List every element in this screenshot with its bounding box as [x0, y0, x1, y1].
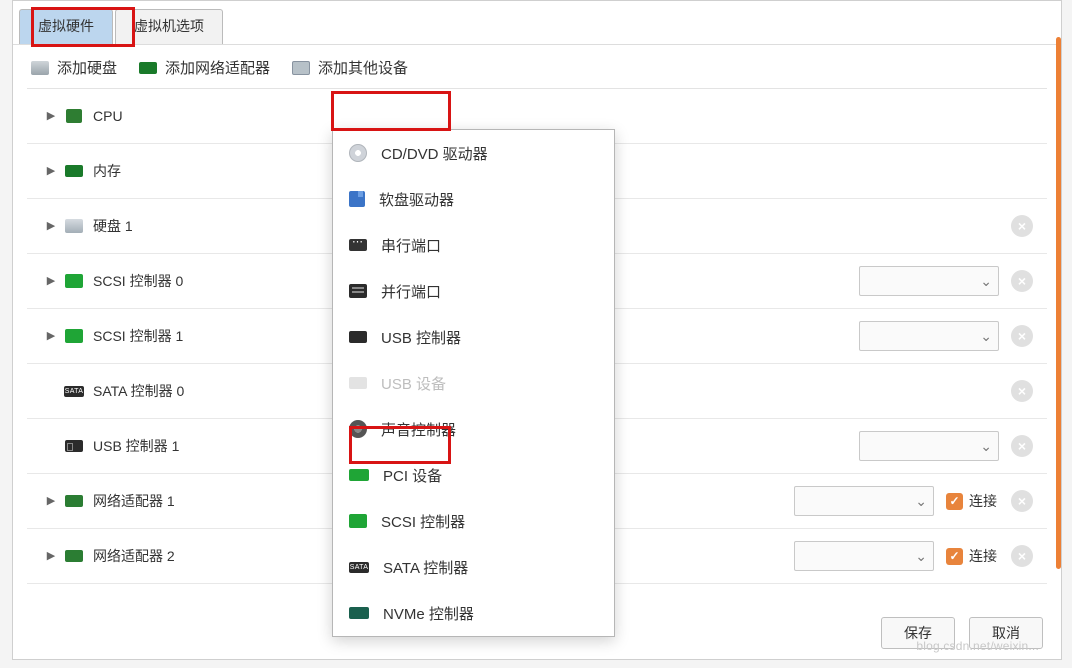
- device-label: USB 控制器 1: [93, 436, 179, 456]
- expander-icon[interactable]: ▶: [45, 549, 57, 562]
- menu-item-label: 串行端口: [381, 235, 441, 256]
- device-label: 硬盘 1: [93, 216, 133, 236]
- usbdev-icon: [349, 377, 367, 389]
- tab-virtual-hardware[interactable]: 虚拟硬件: [19, 9, 113, 44]
- menu-item-label: SCSI 控制器: [381, 511, 465, 532]
- add-other-device-menu[interactable]: CD/DVD 驱动器软盘驱动器串行端口并行端口 USB 控制器 USB 设备声音控制…: [332, 129, 615, 637]
- device-label: CPU: [93, 108, 123, 124]
- add-nic-label: 添加网络适配器: [165, 57, 270, 78]
- parallel-icon: [349, 284, 367, 298]
- remove-button[interactable]: ×: [1011, 490, 1033, 512]
- vm-settings-dialog: 虚拟硬件 虚拟机选项 添加硬盘 添加网络适配器 添加其他设备 ▶ CPU ▶ 内存 ▶ 硬…: [12, 0, 1062, 660]
- remove-button[interactable]: ×: [1011, 435, 1033, 457]
- expander-icon[interactable]: ▶: [45, 164, 57, 177]
- hdd-icon: [63, 218, 85, 234]
- menu-item-floppy[interactable]: 软盘驱动器: [333, 176, 614, 222]
- menu-item-label: 声音控制器: [381, 419, 456, 440]
- sata-icon: SATA: [63, 383, 85, 399]
- device-label: 内存: [93, 161, 121, 181]
- disk-icon: [31, 61, 49, 75]
- remove-button[interactable]: ×: [1011, 545, 1033, 567]
- expander-icon[interactable]: ▶: [45, 274, 57, 287]
- check-icon: ✓: [946, 493, 963, 510]
- scsi-icon: [349, 514, 367, 528]
- checkbox-label: 连接: [969, 491, 997, 511]
- cpu-icon: [63, 108, 85, 124]
- add-device-icon: [292, 61, 310, 75]
- device-select[interactable]: [859, 266, 999, 296]
- expander-icon[interactable]: ▶: [45, 494, 57, 507]
- menu-item-label: 软盘驱动器: [379, 189, 454, 210]
- menu-item-pci[interactable]: PCI 设备: [333, 452, 614, 498]
- menu-item-usbdev: USB 设备: [333, 360, 614, 406]
- device-label: 网络适配器 2: [93, 546, 175, 566]
- add-other-device-button[interactable]: 添加其他设备: [292, 57, 408, 78]
- watermark-text: blog.csdn.net/weixin...: [916, 639, 1039, 653]
- menu-item-cd[interactable]: CD/DVD 驱动器: [333, 130, 614, 176]
- usbctl-icon: [349, 331, 367, 343]
- remove-button[interactable]: ×: [1011, 380, 1033, 402]
- device-label: 网络适配器 1: [93, 491, 175, 511]
- add-disk-label: 添加硬盘: [57, 57, 117, 78]
- connect-checkbox[interactable]: ✓ 连接: [946, 546, 997, 566]
- check-icon: ✓: [946, 548, 963, 565]
- menu-item-label: NVMe 控制器: [383, 603, 474, 624]
- menu-item-usbctl[interactable]: USB 控制器: [333, 314, 614, 360]
- menu-item-nvme[interactable]: NVMe 控制器: [333, 590, 614, 636]
- usb-icon: [63, 438, 85, 454]
- nic-icon: [63, 548, 85, 564]
- device-label: SATA 控制器 0: [93, 381, 184, 401]
- toolbar: 添加硬盘 添加网络适配器 添加其他设备: [13, 45, 1061, 88]
- tab-vm-options[interactable]: 虚拟机选项: [115, 9, 223, 44]
- device-select[interactable]: [859, 431, 999, 461]
- scrollbar[interactable]: [1056, 37, 1061, 569]
- menu-item-sata[interactable]: SATA SATA 控制器: [333, 544, 614, 590]
- cd-icon: [349, 144, 367, 162]
- add-nic-button[interactable]: 添加网络适配器: [139, 57, 270, 78]
- pci-icon: [349, 469, 369, 481]
- expander-icon[interactable]: ▶: [45, 109, 57, 122]
- menu-item-label: SATA 控制器: [383, 557, 468, 578]
- add-other-label: 添加其他设备: [318, 57, 408, 78]
- menu-item-label: CD/DVD 驱动器: [381, 143, 488, 164]
- expander-icon[interactable]: ▶: [45, 329, 57, 342]
- menu-item-parallel[interactable]: 并行端口: [333, 268, 614, 314]
- device-label: SCSI 控制器 0: [93, 271, 183, 291]
- scsi-icon: [63, 328, 85, 344]
- device-select[interactable]: [859, 321, 999, 351]
- mem-icon: [63, 163, 85, 179]
- remove-button[interactable]: ×: [1011, 215, 1033, 237]
- remove-button[interactable]: ×: [1011, 270, 1033, 292]
- menu-item-sound[interactable]: 声音控制器: [333, 406, 614, 452]
- connect-checkbox[interactable]: ✓ 连接: [946, 491, 997, 511]
- nvme-icon: [349, 607, 369, 619]
- device-select[interactable]: [794, 541, 934, 571]
- nic-icon: [63, 493, 85, 509]
- sound-icon: [349, 420, 367, 438]
- menu-item-label: USB 设备: [381, 373, 446, 394]
- menu-item-serial[interactable]: 串行端口: [333, 222, 614, 268]
- menu-item-label: USB 控制器: [381, 327, 461, 348]
- add-disk-button[interactable]: 添加硬盘: [31, 57, 117, 78]
- device-select[interactable]: [794, 486, 934, 516]
- sata-icon: SATA: [349, 562, 369, 573]
- checkbox-label: 连接: [969, 546, 997, 566]
- expander-icon[interactable]: ▶: [45, 219, 57, 232]
- menu-item-label: 并行端口: [381, 281, 441, 302]
- serial-icon: [349, 239, 367, 251]
- remove-button[interactable]: ×: [1011, 325, 1033, 347]
- network-icon: [139, 62, 157, 74]
- menu-item-scsi[interactable]: SCSI 控制器: [333, 498, 614, 544]
- device-label: SCSI 控制器 1: [93, 326, 183, 346]
- menu-item-label: PCI 设备: [383, 465, 442, 486]
- floppy-icon: [349, 191, 365, 207]
- tab-bar: 虚拟硬件 虚拟机选项: [13, 1, 1061, 45]
- scsi-icon: [63, 273, 85, 289]
